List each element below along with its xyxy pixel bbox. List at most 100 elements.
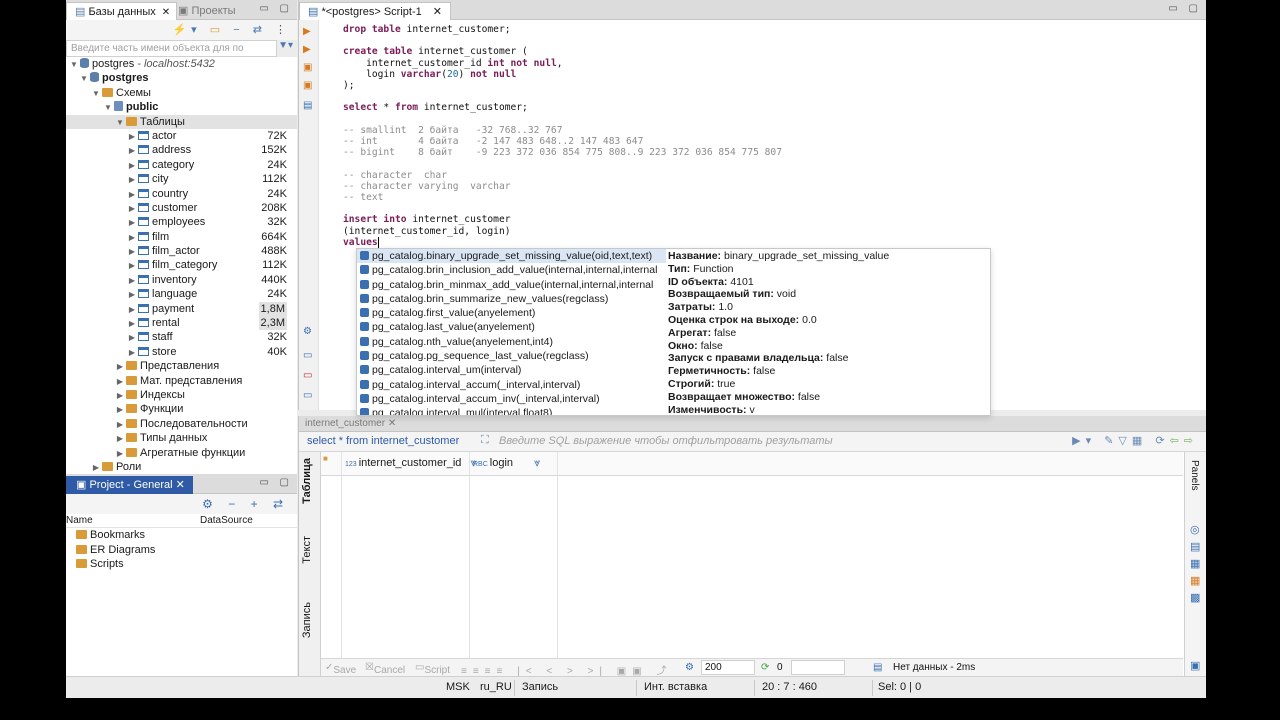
panel-icons[interactable]: ◎ ▤ ▦ ▦ ▩	[1190, 522, 1200, 607]
chevron-right-icon[interactable]: ▶	[114, 403, 126, 417]
chevron-right-icon[interactable]: ▶	[126, 188, 138, 202]
autocomplete-item[interactable]: pg_catalog.brin_minmax_add_value(interna…	[357, 278, 666, 292]
explain-plan-icon[interactable]: ▤	[303, 100, 312, 111]
tree-table-item[interactable]: ▶ staff 32K	[66, 330, 297, 344]
close-icon[interactable]: ✕	[176, 479, 185, 491]
tree-table-item[interactable]: ▶ rental 2,3M	[66, 316, 297, 331]
panels-label[interactable]: Panels	[1189, 460, 1200, 491]
tree-folder-item[interactable]: ▶ Типы данных	[66, 431, 297, 445]
project-item-er-diagrams[interactable]: ER Diagrams	[66, 543, 297, 558]
gear-icon[interactable]: ⚙	[685, 662, 694, 673]
chevron-right-icon[interactable]: ▶	[126, 259, 138, 273]
close-icon[interactable]: ✕	[388, 418, 396, 429]
tree-schemas[interactable]: ▼ Схемы	[66, 86, 297, 100]
chevron-right-icon[interactable]: ▶	[114, 432, 126, 446]
chevron-right-icon[interactable]: ▶	[126, 303, 138, 317]
tree-folder-item[interactable]: ▶ Мат. представления	[66, 374, 297, 388]
tree-folder-item[interactable]: ▶ Агрегатные функции	[66, 446, 297, 460]
row-edit-icons[interactable]: ≡≡≡≡ |< < > >| ▣▣ ⤴	[461, 662, 672, 677]
chevron-right-icon[interactable]: ▶	[126, 173, 138, 187]
cancel-button[interactable]: ☒ Cancel	[365, 662, 405, 676]
tree-folder-item[interactable]: ▶ Индексы	[66, 388, 297, 402]
navigator-filter-input[interactable]: Введите часть имени объекта для по	[66, 40, 277, 57]
tree-table-item[interactable]: ▶ inventory 440K	[66, 273, 297, 287]
column-internet-customer-id[interactable]: 123 internet_customer_id ⩔	[345, 457, 477, 470]
tree-table-item[interactable]: ▶ film_actor 488K	[66, 244, 297, 258]
chevron-right-icon[interactable]: ▶	[126, 231, 138, 245]
chevron-right-icon[interactable]: ▶	[126, 202, 138, 216]
tree-table-item[interactable]: ▶ film_category 112K	[66, 258, 297, 272]
chevron-right-icon[interactable]: ▶	[126, 288, 138, 302]
navigator-toolbar-icons[interactable]: ⚡▾ ▭ − ⇄ ⋮	[172, 23, 291, 36]
chevron-right-icon[interactable]: ▶	[126, 317, 138, 331]
tree-table-item[interactable]: ▶ employees 32K	[66, 215, 297, 229]
load-file-icon[interactable]: ▭	[303, 390, 312, 401]
tab-project-general[interactable]: ▣ Project - General ✕	[66, 476, 193, 494]
tree-table-item[interactable]: ▶ category 24K	[66, 158, 297, 172]
tree-table-item[interactable]: ▶ payment 1,8M	[66, 301, 297, 317]
chevron-right-icon[interactable]: ▶	[114, 375, 126, 389]
chevron-right-icon[interactable]: ▶	[126, 331, 138, 345]
project-item-bookmarks[interactable]: Bookmarks	[66, 528, 297, 543]
execute-script-icon[interactable]: ▣	[303, 62, 312, 73]
save-file-icon[interactable]: ▭	[303, 370, 312, 381]
tab-results[interactable]: internet_customer ✕	[299, 417, 402, 432]
tree-table-item[interactable]: ▶ country 24K	[66, 187, 297, 201]
tree-table-item[interactable]: ▶ actor 72K	[66, 129, 297, 143]
layout-icon[interactable]: ▣	[1190, 659, 1200, 672]
tree-folder-item[interactable]: ▶ Представления	[66, 359, 297, 373]
execute-new-tab-icon[interactable]: ▶	[303, 44, 311, 55]
filter-icon[interactable]: ▼▾	[278, 40, 293, 51]
tab-script-1[interactable]: ▤ *<postgres> Script-1 ✕	[299, 2, 452, 20]
fetch-size-input[interactable]: 200	[701, 660, 755, 675]
results-query[interactable]: select * from internet_customer	[307, 435, 459, 447]
tab-text[interactable]: Текст	[301, 536, 313, 564]
tree-tables[interactable]: ▼ Таблицы	[66, 114, 297, 129]
column-login[interactable]: RBC login ⩔	[473, 457, 540, 470]
autocomplete-item[interactable]: pg_catalog.interval_accum(_interval,inte…	[357, 378, 666, 392]
chevron-right-icon[interactable]: ▶	[114, 389, 126, 403]
execute-script-new-tab-icon[interactable]: ▣	[303, 80, 312, 91]
autocomplete-item[interactable]: pg_catalog.first_value(anyelement)	[357, 306, 666, 320]
chevron-right-icon[interactable]: ▶	[126, 245, 138, 259]
tab-grid[interactable]: Таблица	[301, 458, 313, 504]
autocomplete-item[interactable]: pg_catalog.binary_upgrade_set_missing_va…	[357, 249, 666, 264]
tree-table-item[interactable]: ▶ address 152K	[66, 143, 297, 157]
tree-table-item[interactable]: ▶ film 664K	[66, 230, 297, 244]
autocomplete-item[interactable]: pg_catalog.interval_mul(interval,float8)	[357, 406, 666, 415]
tree-folder-item[interactable]: ▶ Функции	[66, 402, 297, 416]
chevron-right-icon[interactable]: ▶	[126, 144, 138, 158]
tree-folder-item[interactable]: ▶ Последовательности	[66, 417, 297, 431]
autocomplete-item[interactable]: pg_catalog.interval_accum_inv(_interval,…	[357, 392, 666, 406]
results-filter-input[interactable]: Введите SQL выражение чтобы отфильтроват…	[499, 435, 833, 447]
tree-roles[interactable]: ▶ Роли	[66, 460, 297, 474]
script-button[interactable]: ▭ Script	[415, 662, 450, 676]
row-count-input[interactable]	[791, 660, 845, 675]
project-item-scripts[interactable]: Scripts	[66, 557, 297, 572]
window-buttons[interactable]: ▭ ▢	[259, 477, 293, 488]
execute-icon[interactable]: ▶	[303, 26, 311, 37]
gear-icon[interactable]: ⚙	[303, 326, 312, 337]
expand-icon[interactable]: ⛶	[481, 434, 489, 447]
tab-record[interactable]: Запись	[301, 602, 313, 638]
autocomplete-item[interactable]: pg_catalog.nth_value(anyelement,int4)	[357, 335, 666, 349]
chevron-right-icon[interactable]: ▶	[114, 360, 126, 374]
tree-schema-public[interactable]: ▼ public	[66, 100, 297, 114]
tab-databases[interactable]: ▤ Базы данных ✕	[66, 2, 178, 20]
code-area[interactable]: drop table internet_customer; create tab…	[343, 24, 782, 248]
autocomplete-item[interactable]: pg_catalog.brin_inclusion_add_value(inte…	[357, 263, 666, 277]
project-toolbar-icons[interactable]: ⚙ − + ⇄	[202, 497, 289, 511]
window-buttons[interactable]: ▭ ▢	[259, 3, 293, 14]
chevron-right-icon[interactable]: ▶	[126, 130, 138, 144]
close-icon[interactable]: ✕	[433, 6, 442, 18]
tree-table-item[interactable]: ▶ store 40K	[66, 345, 297, 359]
chevron-right-icon[interactable]: ▶	[126, 159, 138, 173]
autocomplete-item[interactable]: pg_catalog.last_value(anyelement)	[357, 320, 666, 334]
autocomplete-item[interactable]: pg_catalog.brin_summarize_new_values(reg…	[357, 292, 666, 306]
chevron-right-icon[interactable]: ▶	[114, 418, 126, 432]
filter-tools[interactable]: ▶▾ ✎▽▦ ⟳⇦⇨	[1072, 434, 1198, 447]
tree-database[interactable]: ▼ postgres	[66, 71, 297, 85]
autocomplete-item[interactable]: pg_catalog.pg_sequence_last_value(regcla…	[357, 349, 666, 363]
window-buttons[interactable]: ▭ ▢	[1168, 3, 1202, 14]
chevron-right-icon[interactable]: ▶	[126, 216, 138, 230]
